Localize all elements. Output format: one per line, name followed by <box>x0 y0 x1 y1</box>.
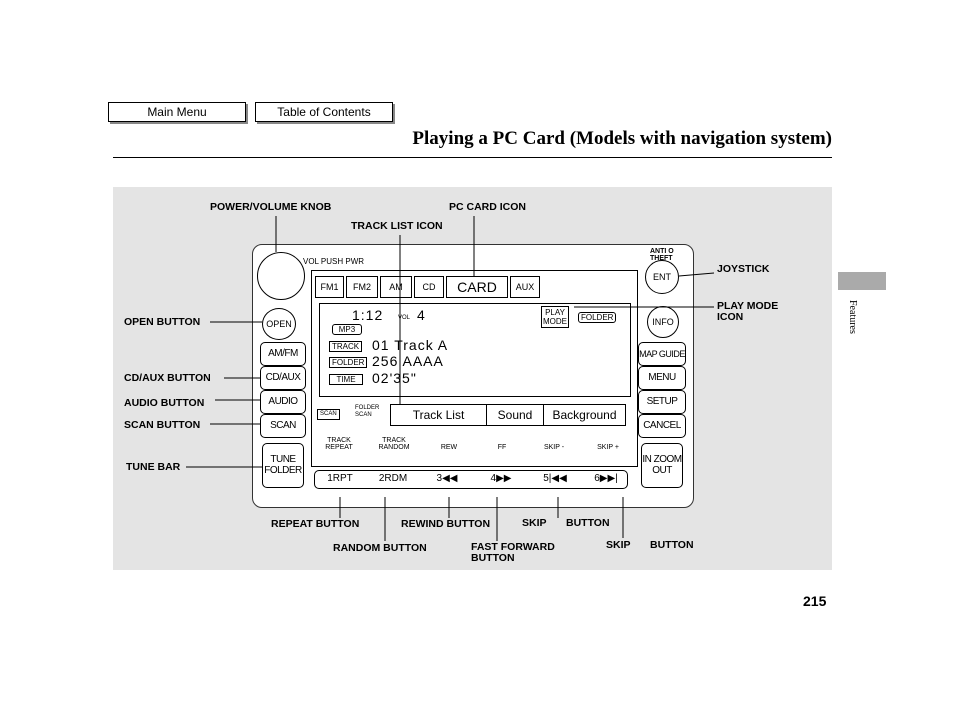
main-menu-button[interactable]: Main Menu <box>108 102 246 122</box>
info-button-shape: INFO <box>647 306 679 338</box>
page-number: 215 <box>803 593 827 609</box>
callout-joystick: JOYSTICK <box>717 263 770 275</box>
callout-ff-2: BUTTON <box>471 552 515 564</box>
elapsed-time: 1:12 <box>352 307 384 323</box>
vol-value: 4 <box>417 307 426 323</box>
callout-random-button: RANDOM BUTTON <box>333 542 427 554</box>
folder-scan-label: FOLDER SCAN <box>355 405 379 419</box>
callout-play-mode-2: ICON <box>717 311 744 323</box>
tab-fm1: FM1 <box>315 276 344 298</box>
cancel-button-shape: CANCEL <box>638 414 686 438</box>
tune-folder-bar: TUNE FOLDER <box>262 443 304 488</box>
table-of-contents-button[interactable]: Table of Contents <box>255 102 393 122</box>
callout-skip-minus: SKIP <box>522 517 547 529</box>
play-mode-1: PLAY <box>545 308 565 317</box>
power-volume-knob <box>257 252 305 300</box>
tab-aux: AUX <box>510 276 540 298</box>
display-screen: FM1 FM2 AM CD CARD AUX 1:12 VOL 4 PLAY MO… <box>311 270 638 467</box>
scan-tag: SCAN <box>317 409 340 420</box>
preset-5-skip-minus: 5|◀◀ <box>543 473 567 484</box>
softkey-skip-plus: SKIP + <box>597 444 619 451</box>
title-divider <box>113 157 832 158</box>
zoom-button-shape: IN ZOOM OUT <box>641 443 683 488</box>
page-title: Playing a PC Card (Models with navigatio… <box>412 128 832 149</box>
section-label: Features <box>847 300 858 334</box>
track-tag: TRACK <box>329 341 363 352</box>
tab-cd: CD <box>414 276 444 298</box>
time-value: 02'35" <box>372 370 417 386</box>
callout-cd-aux-button: CD/AUX BUTTON <box>124 372 211 384</box>
callout-fast-forward-button: FAST FORWARD BUTTON <box>471 542 555 564</box>
callout-pc-card-icon: PC CARD ICON <box>449 201 527 213</box>
callout-track-list-icon: TRACK LIST ICON <box>351 220 443 232</box>
preset-4-fast-forward: 4▶▶ <box>490 473 512 484</box>
background-menu: Background <box>552 408 617 422</box>
folder-scan-1: FOLDER <box>355 405 380 411</box>
folder-scan-2: SCAN <box>355 412 372 418</box>
callout-scan-button: SCAN BUTTON <box>124 419 201 431</box>
pc-card-icon: CARD <box>446 276 508 298</box>
preset-6-skip-plus: 6▶▶| <box>594 473 618 484</box>
cd-aux-button-shape: CD/AUX <box>260 366 306 390</box>
callout-play-mode-icon: PLAY MODE ICON <box>717 301 778 323</box>
track-value: 01 Track A <box>372 337 449 353</box>
vol-label: VOL <box>398 315 411 321</box>
callout-rewind-button: REWIND BUTTON <box>401 518 491 530</box>
softkey-ff: FF <box>497 444 507 451</box>
softkey-skip-minus: SKIP - <box>543 444 565 451</box>
callout-tune-bar: TUNE BAR <box>126 461 181 473</box>
softkey-rew: REW <box>440 444 458 451</box>
mp3-badge: MP3 <box>332 324 362 335</box>
play-mode-2: MODE <box>543 317 567 326</box>
menu-button-shape: MENU <box>638 366 686 390</box>
map-guide-button-shape: MAP GUIDE <box>638 342 686 366</box>
callout-power-volume-knob: POWER/VOLUME KNOB <box>210 201 332 213</box>
preset-3-rewind: 3◀◀ <box>436 473 458 484</box>
open-button-shape: OPEN <box>262 308 296 340</box>
callout-open-button: OPEN BUTTON <box>124 316 201 328</box>
softkey-track-repeat: TRACK REPEAT <box>325 437 353 451</box>
preset-2-random: 2RDM <box>378 473 408 484</box>
folder-tag: FOLDER <box>329 357 368 368</box>
tab-fm2: FM2 <box>346 276 378 298</box>
preset-1-repeat: 1RPT <box>327 473 353 484</box>
callout-skip-plus: SKIP <box>606 539 631 551</box>
sound-menu: Sound <box>487 405 544 425</box>
audio-button-shape: AUDIO <box>260 390 306 414</box>
anti-theft-1: ANTI O <box>650 248 674 255</box>
folder-badge: FOLDER <box>578 312 617 323</box>
joystick-ent: ENT <box>645 260 679 294</box>
time-tag: TIME <box>329 374 363 385</box>
tab-am: AM <box>380 276 412 298</box>
section-tab <box>838 272 886 290</box>
track-list-icon: Track List <box>391 405 487 425</box>
scan-button-shape: SCAN <box>260 414 306 438</box>
setup-button-shape: SETUP <box>638 390 686 414</box>
folder-value: 256 AAAA <box>372 353 444 369</box>
callout-skip-minus-button: BUTTON <box>566 517 610 529</box>
callout-audio-button: AUDIO BUTTON <box>124 397 205 409</box>
am-fm-button-shape: AM/FM <box>260 342 306 366</box>
softkey-track-random: TRACK RANDOM <box>378 437 410 451</box>
vol-pwr-label: VOL PUSH PWR <box>303 257 365 266</box>
callout-repeat-button: REPEAT BUTTON <box>271 518 360 530</box>
play-mode-icon: PLAY MODE <box>541 306 569 328</box>
menu-bar: Track List Sound Background <box>390 404 626 426</box>
callout-skip-plus-button: BUTTON <box>650 539 694 551</box>
